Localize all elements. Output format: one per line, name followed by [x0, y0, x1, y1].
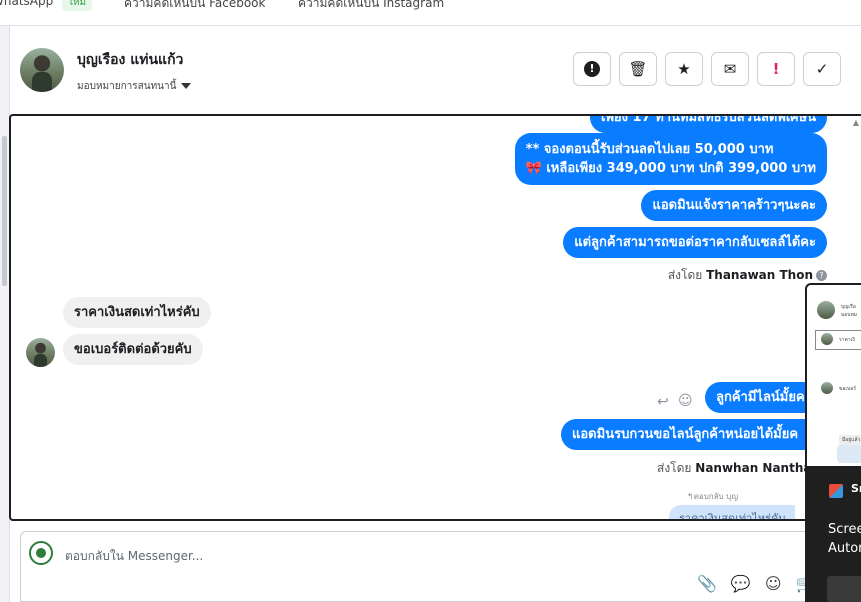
preview-text: มีอยู่แล้ว	[839, 435, 861, 445]
conversation-header: บุญเรือง แท่นแก้ว มอบหมายการสนทนานี้ ! 🗑…	[10, 27, 861, 115]
sent-by-prefix: ส่งโดย	[667, 268, 703, 282]
channel-tabs-bar: WhatsApp ใหม่ ความคิดเห็นบน Facebook ควา…	[0, 0, 861, 26]
message-bubble-outgoing[interactable]: แต่ลูกค้าสามารถขอต่อราคากลับเซลล์ได้คะ	[563, 227, 827, 258]
check-icon: ✓	[815, 60, 829, 78]
snipping-tool-icon	[829, 484, 843, 498]
scroll-up-arrow-icon[interactable]: ▲	[851, 118, 861, 130]
assign-conversation-dropdown[interactable]: มอบหมายการสนทนานี้	[77, 79, 192, 94]
preview-avatar	[821, 382, 833, 394]
preview-text: ราคาเงิ	[839, 337, 855, 343]
preview-text: มอบหม	[841, 312, 858, 318]
composer-toolbar: 📎 💬 ☺ 🛒	[697, 574, 815, 593]
message-bubble-incoming[interactable]: ขอเบอร์ติดต่อด้วยคับ	[63, 334, 203, 365]
message-bubble-outgoing[interactable]: ลูกค้ามีไลน์มั้ยค	[705, 382, 816, 413]
message-bubble-outgoing[interactable]: แอดมินแจ้งราคาคร้าวๆนะคะ	[641, 190, 827, 221]
page-logo-icon	[29, 541, 53, 565]
preview-avatar	[821, 333, 833, 345]
exclamation-icon: !	[772, 60, 780, 78]
customer-avatar[interactable]	[20, 48, 64, 92]
tab-facebook-comments[interactable]: ความคิดเห็นบน Facebook	[124, 0, 265, 13]
saved-replies-icon[interactable]: 💬	[731, 574, 751, 593]
caret-down-icon	[181, 83, 192, 89]
notification-body: Scree Autor	[828, 520, 861, 558]
delete-button[interactable]: 🗑	[619, 52, 657, 86]
tab-whatsapp[interactable]: WhatsApp	[0, 0, 53, 8]
sent-by-label: ส่งโดย Thanawan Thon?	[668, 266, 827, 285]
conversation-actions: ! 🗑 ★ ✉ ! ✓	[573, 52, 841, 86]
done-button[interactable]: ✓	[803, 52, 841, 86]
follow-up-button[interactable]: !	[757, 52, 795, 86]
reply-input[interactable]: ตอบกลับใน Messenger...	[65, 547, 203, 566]
star-button[interactable]: ★	[665, 52, 703, 86]
message-line: 🎀 เหลือเพียง 349,000 บาท ปกติ 399,000 บา…	[525, 161, 816, 176]
conversation-thread[interactable]: ▲ เพียง 17 ท่านที่มีสิทธิ์รับส่วนลดพิเศษ…	[9, 114, 861, 521]
assign-label: มอบหมายการสนทนานี้	[77, 81, 177, 92]
reply-composer[interactable]: ตอบกลับใน Messenger... 📎 💬 ☺ 🛒	[20, 531, 861, 602]
star-icon: ★	[677, 60, 691, 78]
tab-instagram-comments[interactable]: ความคิดเห็นบน Instagram	[298, 0, 444, 13]
envelope-icon: ✉	[723, 60, 737, 78]
attachment-icon[interactable]: 📎	[697, 574, 717, 593]
sent-by-label: ส่งโดย Nanwhan Nanthani	[657, 459, 824, 478]
screenshot-preview-thumbnail[interactable]: บุญเรือ มอบหม ราคาเงิ ขอเบอร์ มีอยู่แล้ว	[805, 283, 861, 468]
quoted-message[interactable]: ราคาเงินสดเท่าไหร่คับ	[669, 505, 796, 519]
preview-bubble	[837, 445, 861, 463]
alert-circle-icon: !	[584, 61, 600, 77]
reply-note: ↰ตอบกลับ บุญ	[687, 492, 739, 501]
customer-name[interactable]: บุญเรือง แท่นแก้ว	[77, 49, 183, 71]
sent-by-prefix: ส่งโดย	[657, 461, 692, 475]
message-line: ** จองตอนนี้รับส่วนลดไปเลย 50,000 บาท	[525, 142, 774, 157]
preview-avatar	[817, 301, 835, 319]
preview-text: บุญเรือ	[841, 304, 856, 310]
reply-arrow-icon[interactable]: ↩	[657, 394, 669, 410]
message-bubble-incoming[interactable]: ราคาเงินสดเท่าไหร่คับ	[63, 297, 211, 328]
message-bubble-outgoing[interactable]: แอดมินรบกวนขอไลน์ลูกค้าหน่อยได้มั้ยค	[561, 419, 810, 450]
trash-icon: 🗑	[628, 60, 648, 78]
scrollbar-thumb[interactable]	[2, 136, 7, 286]
customer-avatar-small[interactable]	[26, 338, 55, 367]
help-icon[interactable]: ?	[816, 270, 827, 281]
notification-line: Autor	[828, 541, 861, 556]
notification-app-title: Sn	[851, 482, 861, 495]
snipping-tool-notification[interactable]: Sn Scree Autor	[805, 468, 861, 602]
spam-button[interactable]: !	[573, 52, 611, 86]
sender-name[interactable]: Thanawan Thon	[706, 268, 813, 282]
smiley-reaction-icon[interactable]: ☺	[678, 393, 693, 409]
notification-action-button[interactable]	[827, 576, 861, 602]
emoji-icon[interactable]: ☺	[765, 574, 782, 593]
message-bubble-outgoing[interactable]: ** จองตอนนี้รับส่วนลดไปเลย 50,000 บาท 🎀 …	[514, 133, 827, 185]
mark-unread-button[interactable]: ✉	[711, 52, 749, 86]
notification-line: Scree	[828, 522, 861, 537]
preview-text: ขอเบอร์	[839, 386, 856, 392]
new-badge: ใหม่	[62, 0, 93, 11]
message-bubble-outgoing[interactable]: เพียง 17 ท่านที่มีสิทธิ์รับส่วนลดพิเศษนี…	[590, 116, 827, 133]
